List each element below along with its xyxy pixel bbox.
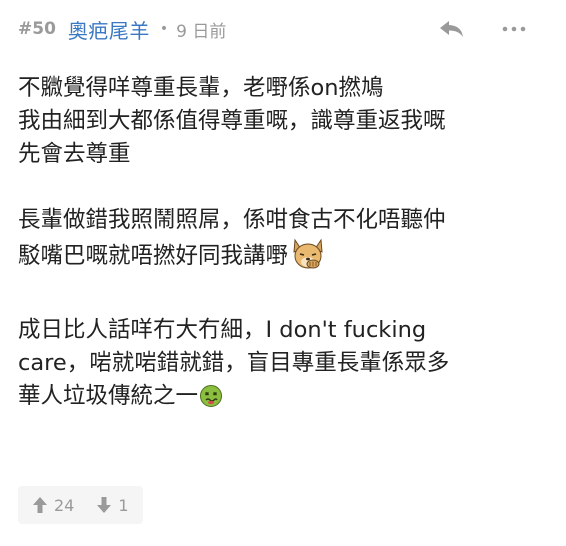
more-button[interactable] [500, 15, 528, 43]
paragraph-2: 長輩做錯我照鬧照屌，係咁食古不化唔聽仲 駁嘴巴嘅就唔撚好同我講嘢 [18, 204, 548, 281]
content-line: 成日比人話咩冇大冇細，I don't fucking [18, 317, 427, 343]
facepalm-dog-icon [290, 237, 326, 281]
post-number: #50 [18, 19, 56, 39]
content-line: 我由細到大都係值得尊重嘅，識尊重返我嘅 [18, 108, 446, 134]
content-line: 長輩做錯我照鬧照屌，係咁食古不化唔聽仲 [18, 207, 446, 233]
content-line-text: 駁嘴巴嘅就唔撚好同我講嘢 [18, 243, 289, 269]
thumb-up-icon [33, 497, 47, 513]
vote-bar: 24 1 [18, 486, 143, 524]
reply-button[interactable] [438, 15, 466, 43]
post-time: 9 日前 [176, 21, 227, 42]
paragraph-1: 不覹覺得咩尊重長輩，老嘢係on撚鳩 我由細到大都係值得尊重嘅，識尊重返我嘅 先會… [18, 72, 548, 171]
more-icon [502, 26, 526, 32]
post-actions [438, 14, 528, 44]
thumb-down-icon [97, 497, 112, 513]
downvote-count: 1 [118, 495, 129, 515]
downvote-button[interactable]: 1 [96, 495, 129, 515]
upvote-count: 24 [54, 495, 75, 515]
content-line: 不覹覺得咩尊重長輩，老嘢係on撚鳩 [18, 75, 384, 101]
content-line-with-sticker: 駁嘴巴嘅就唔撚好同我講嘢 [18, 237, 548, 281]
content-line: 先會去尊重 [18, 141, 131, 167]
upvote-button[interactable]: 24 [32, 496, 74, 515]
post-header: #50 奧疤尾羊 • 9 日前 [18, 14, 548, 44]
content-line-text: 華人垃圾傳統之一 [18, 383, 199, 409]
author-name[interactable]: 奧疤尾羊 [68, 15, 150, 44]
paragraph-3: 成日比人話咩冇大冇細，I don't fucking care，啱就啱錯就錯，盲… [18, 314, 548, 418]
reply-icon [440, 21, 463, 37]
post-content: 不覹覺得咩尊重長輩，老嘢係on撚鳩 我由細到大都係值得尊重嘅，識尊重返我嘅 先會… [18, 72, 548, 451]
content-line-with-emoji: 華人垃圾傳統之一 [18, 380, 548, 418]
content-line: care，啱就啱錯就錯，盲目專重長輩係眾多 [18, 350, 450, 376]
nauseated-face-icon [199, 384, 223, 418]
meta-separator: • [159, 21, 169, 37]
post: #50 奧疤尾羊 • 9 日前 不覹覺得咩尊重長輩，老嘢係on撚鳩 我由細到大都… [0, 0, 566, 546]
